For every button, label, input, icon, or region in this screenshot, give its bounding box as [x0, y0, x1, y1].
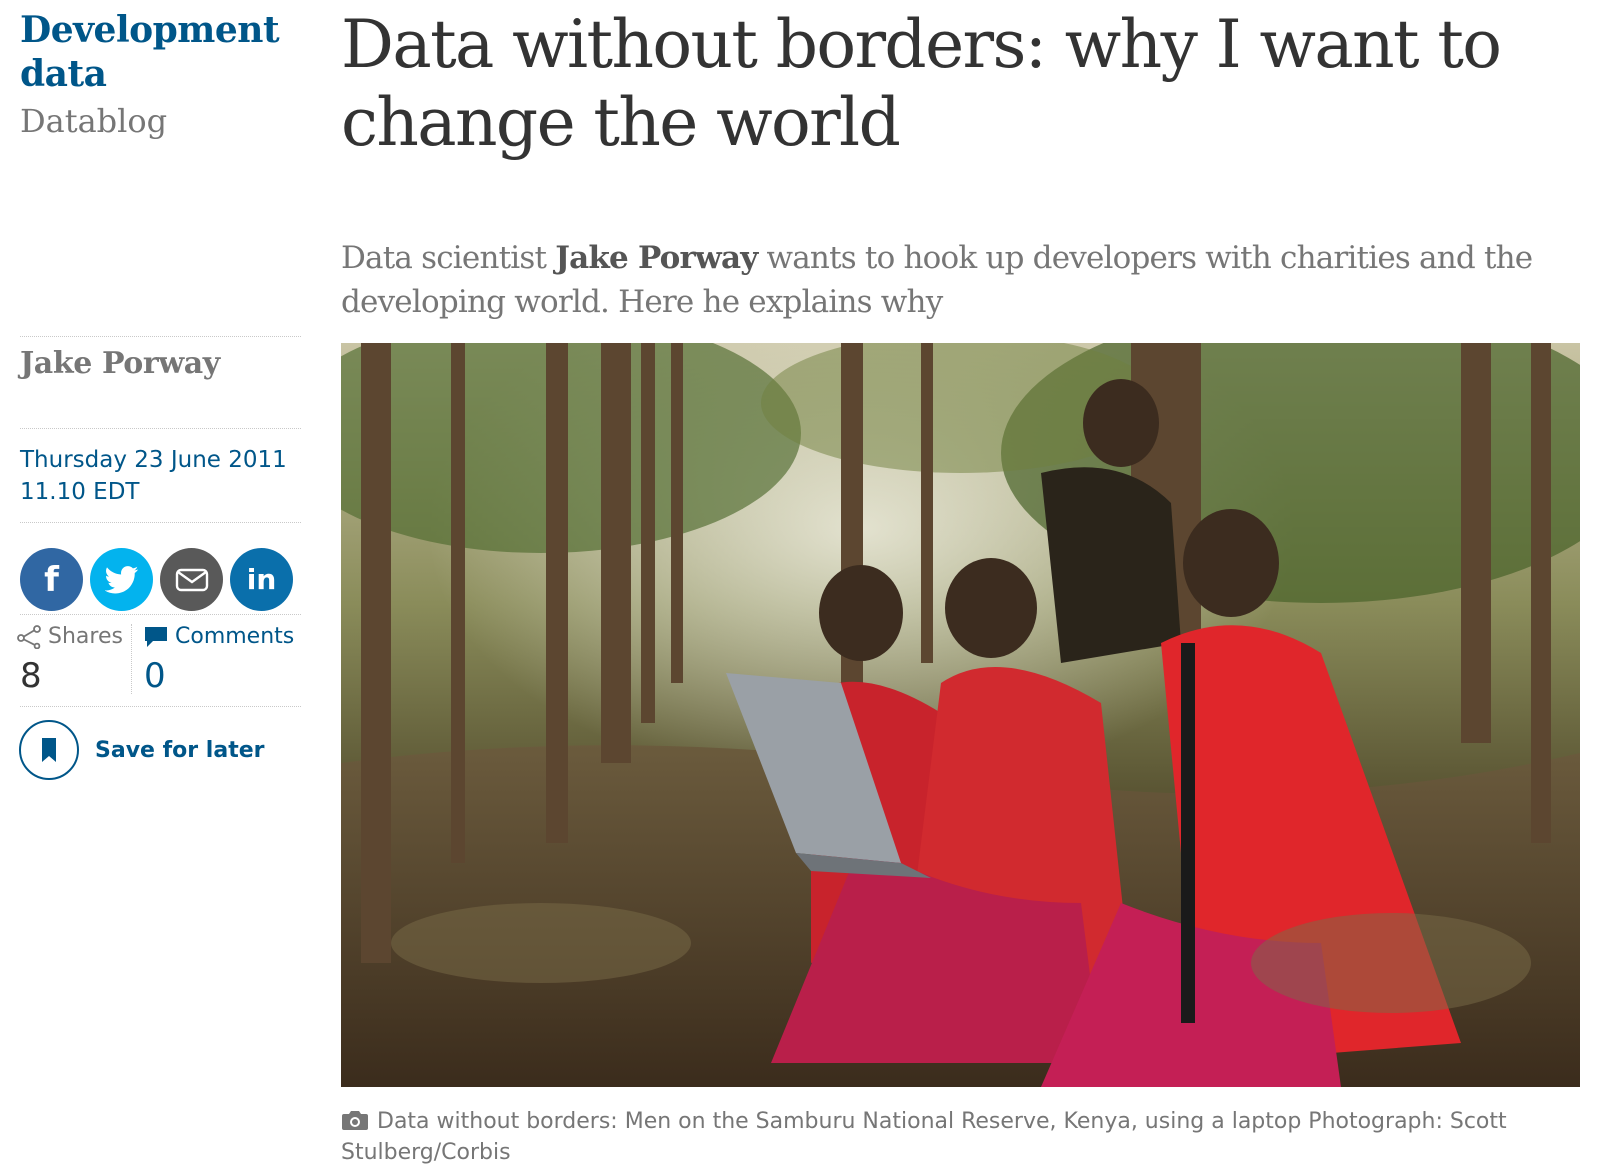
facebook-icon: f — [44, 559, 59, 600]
divider — [20, 522, 301, 523]
photo-caption: Data without borders: Men on the Samburu… — [341, 1106, 1541, 1168]
shares-label: Shares — [16, 624, 123, 649]
comments-link[interactable]: Comments — [143, 624, 294, 649]
standfirst-before: Data scientist — [341, 240, 556, 276]
divider — [20, 336, 301, 337]
share-email-button[interactable] — [160, 548, 223, 611]
share-linkedin-button[interactable]: in — [230, 548, 293, 611]
comments-label-text: Comments — [175, 624, 295, 649]
dateline: Thursday 23 June 2011 11.10 EDT — [20, 444, 287, 508]
standfirst: Data scientist Jake Porway wants to hook… — [341, 236, 1571, 324]
share-facebook-button[interactable]: f — [20, 548, 83, 611]
twitter-icon — [104, 565, 138, 593]
shares-count: 8 — [20, 656, 42, 696]
share-buttons: f in — [20, 548, 293, 611]
divider — [20, 706, 301, 707]
save-icon-circle — [19, 720, 79, 780]
save-for-later-button[interactable]: Save for later — [19, 720, 264, 780]
save-for-later-label: Save for later — [95, 737, 265, 763]
headline: Data without borders: why I want to chan… — [341, 6, 1502, 161]
article-photo[interactable] — [341, 343, 1580, 1087]
comment-icon — [145, 626, 167, 647]
share-twitter-button[interactable] — [90, 548, 153, 611]
share-icon — [17, 624, 41, 649]
photo-caption-text: Data without borders: Men on the Samburu… — [341, 1109, 1507, 1165]
bookmark-icon — [42, 738, 56, 762]
divider — [20, 614, 301, 615]
standfirst-author: Jake Porway — [555, 240, 758, 276]
camera-icon — [342, 1111, 368, 1130]
email-icon — [175, 568, 208, 591]
photo-illustration — [341, 343, 1580, 1087]
publish-time: 11.10 EDT — [20, 479, 140, 505]
divider — [20, 428, 301, 429]
publish-date: Thursday 23 June 2011 — [20, 447, 287, 473]
series-label[interactable]: Datablog — [20, 102, 167, 140]
byline[interactable]: Jake Porway — [20, 346, 220, 381]
divider — [131, 624, 132, 694]
linkedin-icon: in — [246, 563, 277, 596]
section-title[interactable]: Development data — [20, 8, 310, 96]
comments-count[interactable]: 0 — [144, 656, 166, 696]
shares-label-text: Shares — [48, 624, 123, 649]
